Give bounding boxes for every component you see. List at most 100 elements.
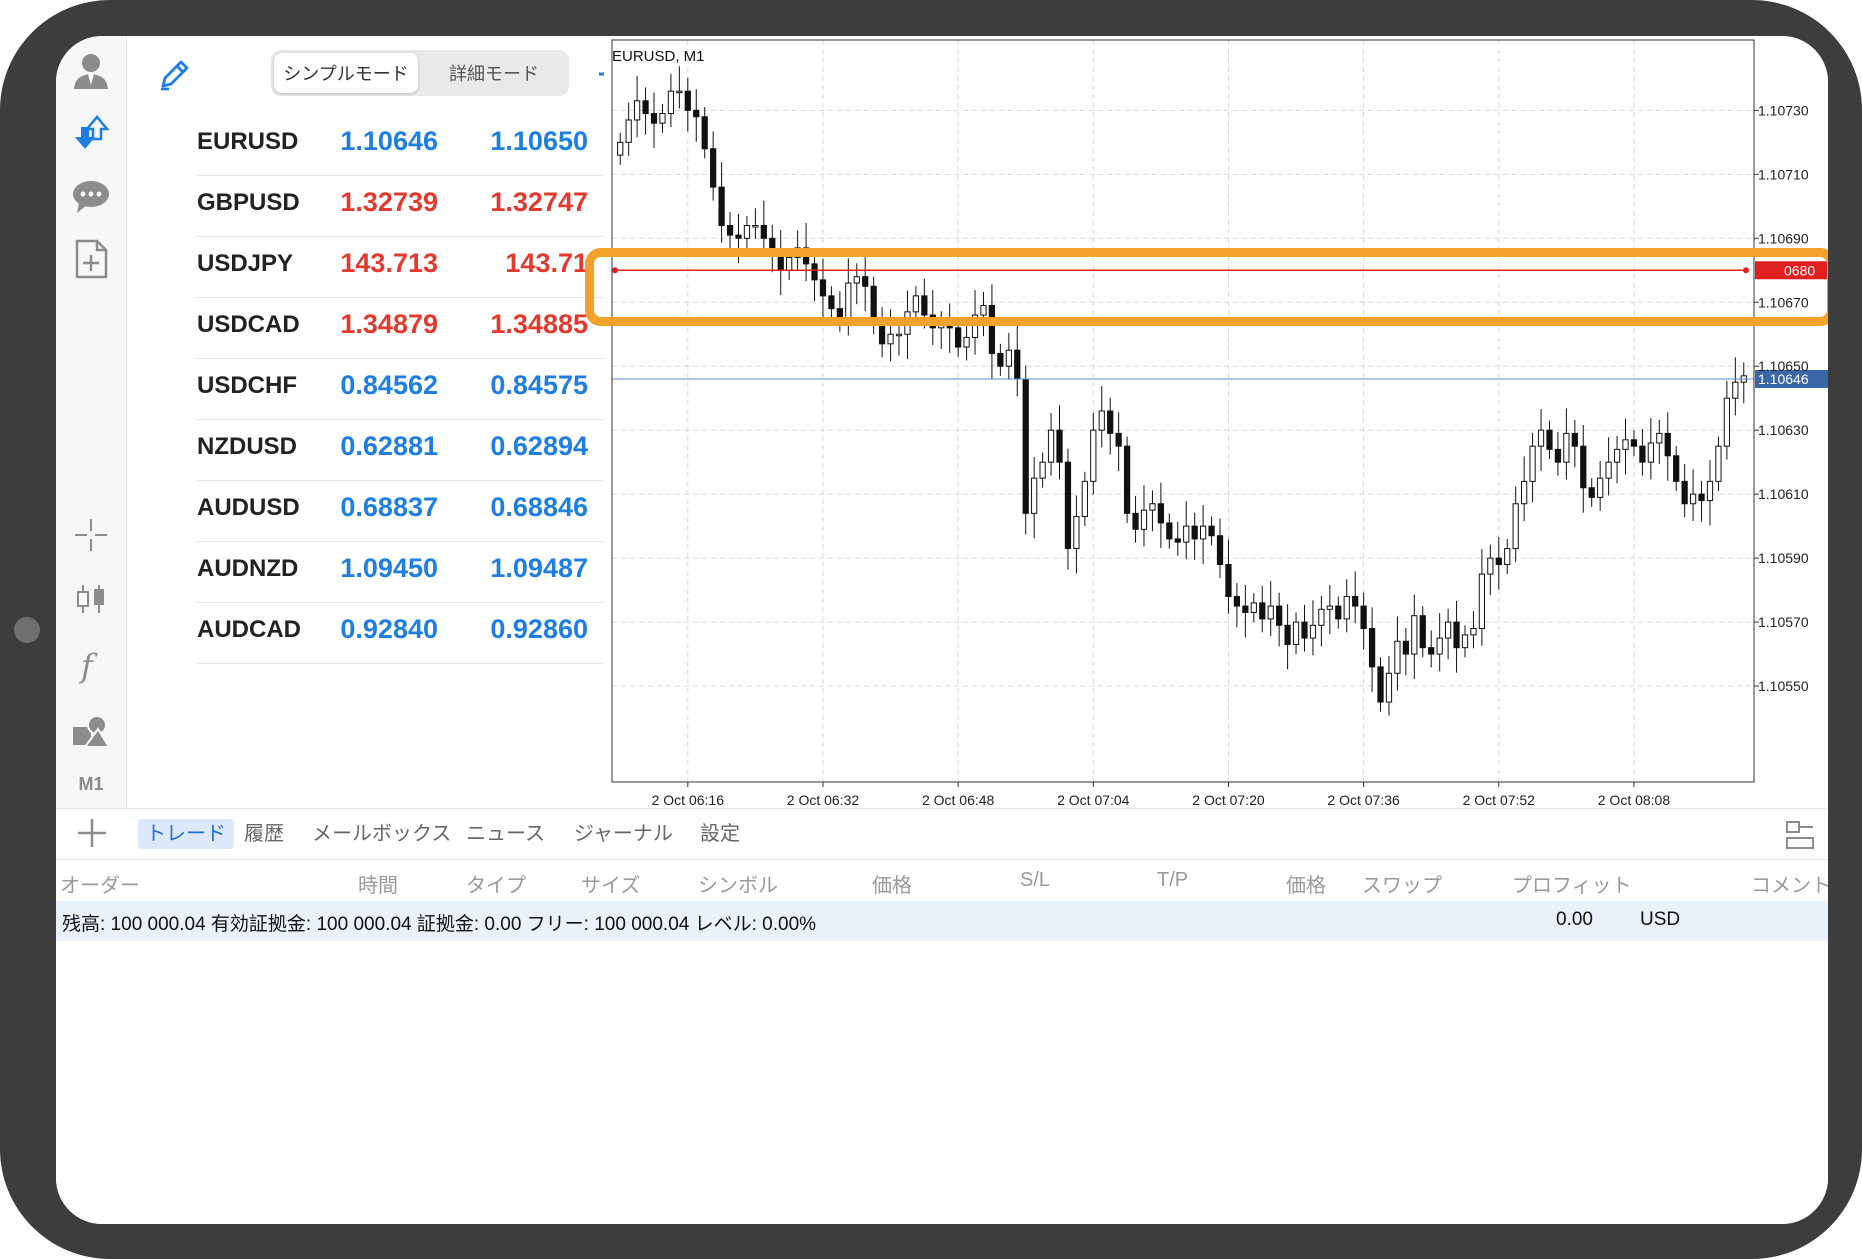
candle — [1681, 464, 1688, 518]
col-price-2[interactable]: 価格 — [1286, 869, 1326, 898]
quote-row[interactable]: AUDUSD 0.68837 0.68846 — [197, 480, 603, 542]
col-type[interactable]: タイプ — [466, 869, 526, 898]
candle — [1191, 512, 1198, 561]
quote-ask: 0.92860 — [490, 614, 588, 644]
candle — [1428, 630, 1435, 668]
quote-ask: 0.68846 — [490, 492, 588, 522]
chat-icon[interactable] — [56, 174, 126, 220]
quotes-panel: シンプルモード 詳細モード EURUSD 1.10646 1.10650 GBPUSD… — [127, 36, 627, 808]
candle — [1326, 584, 1333, 635]
account-icon[interactable] — [56, 48, 126, 94]
quote-ask: 1.32747 — [490, 187, 588, 217]
objects-icon[interactable] — [56, 708, 126, 754]
new-order-icon[interactable] — [56, 236, 126, 282]
chart-type-icon[interactable] — [56, 576, 126, 622]
quote-row[interactable]: AUDNZD 1.09450 1.09487 — [197, 541, 603, 603]
indicator-icon[interactable]: f — [56, 642, 126, 688]
col-price[interactable]: 価格 — [872, 869, 912, 898]
candle — [1622, 418, 1629, 475]
left-toolbar: f M1 — [56, 36, 127, 808]
candle — [1453, 600, 1460, 673]
col-order[interactable]: オーダー — [60, 869, 140, 898]
quote-symbol: EURUSD — [197, 128, 299, 155]
svg-text:f: f — [79, 647, 98, 685]
candle — [659, 103, 666, 133]
tab-news[interactable]: ニュース — [458, 819, 553, 849]
candle — [1706, 460, 1714, 526]
quote-row[interactable]: EURUSD 1.10646 1.10650 — [197, 114, 603, 176]
candle — [997, 343, 1004, 376]
quote-symbol: USDCHF — [197, 372, 297, 399]
col-comment[interactable]: コメント — [1751, 869, 1828, 898]
candle — [1689, 469, 1697, 522]
candle — [1183, 501, 1190, 560]
candle — [1394, 616, 1401, 691]
trade-icon[interactable] — [56, 110, 126, 156]
crosshair-icon[interactable] — [56, 512, 126, 558]
tab-journal[interactable]: ジャーナル — [566, 819, 681, 849]
simple-mode-button[interactable]: シンプルモード — [274, 53, 418, 93]
chart-panel[interactable]: 1.10730 1.10710 1.10690 1.10670 1.10650 1.106… — [604, 36, 1828, 808]
quote-row[interactable]: AUDCAD 0.92840 0.92860 — [197, 602, 603, 664]
candle — [1250, 593, 1257, 623]
timeframe-label[interactable]: M1 — [56, 774, 126, 795]
quote-row[interactable]: GBPUSD 1.32739 1.32747 — [197, 175, 603, 237]
candle — [1529, 432, 1536, 503]
quote-ask: 0.62894 — [490, 431, 588, 461]
tab-history[interactable]: 履歴 — [236, 819, 292, 849]
x-tick-label: 2 Oct 08:08 — [1598, 792, 1671, 808]
y-tick-label: 1.10630 — [1758, 422, 1809, 438]
quote-row[interactable]: USDCAD 1.34879 1.34885 — [197, 297, 603, 359]
candle — [1368, 607, 1376, 692]
candle — [1309, 600, 1317, 656]
y-tick-label: 1.10550 — [1758, 678, 1809, 694]
quote-bid: 0.62881 — [340, 431, 438, 461]
candle — [1352, 571, 1359, 624]
detail-mode-button[interactable]: 詳細モード — [422, 53, 566, 93]
balance-row: 残高: 100 000.04 有効証拠金: 100 000.04 証拠金: 0.… — [56, 901, 1828, 941]
edit-icon[interactable] — [157, 56, 193, 92]
candle — [1166, 513, 1173, 549]
quote-row[interactable]: NZDUSD 0.62881 0.62894 — [197, 419, 603, 481]
price-chart[interactable]: 1.107301.107101.106901.106701.106501.106… — [604, 36, 1828, 808]
col-swap[interactable]: スワップ — [1362, 869, 1442, 898]
candle — [1740, 362, 1747, 404]
x-tick-label: 2 Oct 06:48 — [922, 792, 995, 808]
layout-icon[interactable] — [1784, 819, 1816, 851]
column-headers: オーダー 時間 タイプ サイズ シンボル 価格 S/L T/P 価格 スワップ … — [56, 861, 1828, 901]
candle — [1537, 409, 1545, 472]
col-profit[interactable]: プロフィット — [1512, 869, 1632, 898]
tab-settings[interactable]: 設定 — [692, 819, 748, 849]
quote-row[interactable]: USDJPY 143.713 143.71 — [197, 236, 603, 298]
candle — [1031, 457, 1038, 539]
candle — [1512, 486, 1519, 562]
col-size[interactable]: サイズ — [581, 869, 640, 898]
quote-row[interactable]: USDCHF 0.84562 0.84575 — [197, 358, 603, 420]
candle — [1174, 521, 1181, 556]
screen: f M1 シンプルモード 詳細モード EURUSD 1.10646 1.10650 G… — [56, 36, 1828, 1224]
candle — [1461, 625, 1469, 658]
col-time[interactable]: 時間 — [358, 869, 398, 898]
candle — [1064, 448, 1072, 570]
quote-symbol: AUDCAD — [197, 616, 301, 643]
quote-bid: 1.10646 — [340, 126, 438, 156]
add-icon[interactable] — [74, 815, 110, 851]
highlight-box — [585, 248, 1828, 326]
quote-bid: 0.68837 — [340, 492, 438, 522]
candle — [1588, 478, 1595, 507]
quote-bid: 1.09450 — [340, 553, 438, 583]
candle — [684, 77, 691, 132]
candle — [1470, 611, 1477, 649]
candle — [1656, 419, 1663, 465]
y-tick-label: 1.10710 — [1758, 166, 1809, 182]
candle — [1276, 592, 1283, 647]
col-tp[interactable]: T/P — [1157, 869, 1188, 892]
quote-ask: 0.84575 — [490, 370, 588, 400]
candle — [693, 89, 700, 142]
candle — [1242, 584, 1249, 638]
tab-trade[interactable]: トレード — [138, 819, 234, 849]
candle — [1225, 539, 1232, 614]
col-sl[interactable]: S/L — [1020, 869, 1050, 892]
tab-mailbox[interactable]: メールボックス — [304, 819, 459, 849]
col-symbol[interactable]: シンボル — [698, 869, 778, 898]
